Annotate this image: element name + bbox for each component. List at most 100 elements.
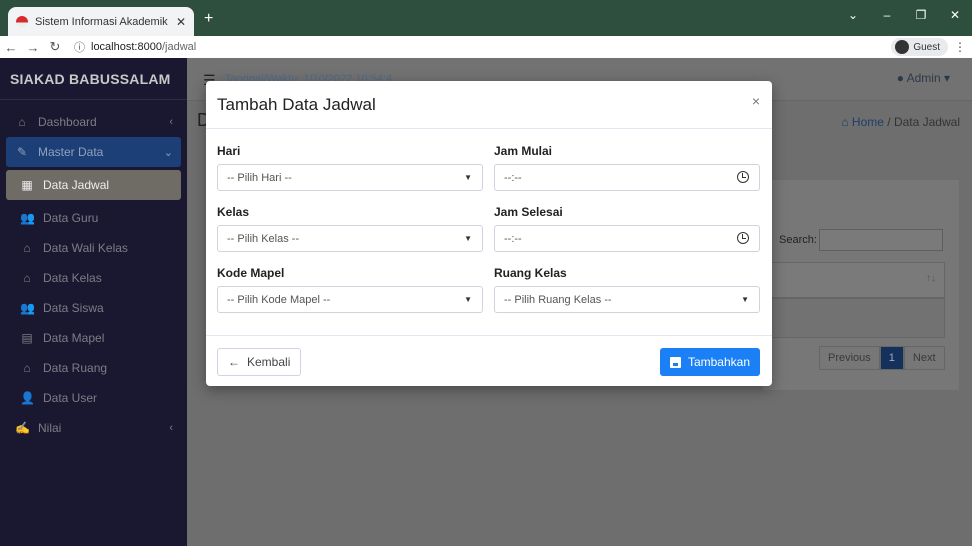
ruang-kelas-label: Ruang Kelas: [494, 266, 567, 280]
favicon-icon: [16, 15, 28, 28]
pagination-page[interactable]: 1: [879, 346, 904, 370]
breadcrumb-home-label: Home: [851, 115, 884, 129]
home-icon: ⌂: [23, 361, 31, 375]
jam-mulai-input[interactable]: --:--: [494, 164, 760, 191]
sidebar-item-label: Master Data: [38, 145, 104, 159]
search-label: Search:: [779, 234, 817, 246]
sidebar-item-data-jadwal[interactable]: ▦ Data Jadwal: [6, 170, 181, 200]
sidebar-item-label: Dashboard: [38, 115, 97, 129]
profile-label: Guest: [913, 41, 940, 53]
hari-select[interactable]: -- Pilih Hari -- ▼: [217, 164, 483, 191]
save-icon: [669, 356, 681, 368]
kelas-select-value: -- Pilih Kelas --: [227, 232, 300, 245]
tab-title: Sistem Informasi Akademik Pond: [35, 15, 169, 28]
breadcrumb: ⌂ Home / Data Jadwal: [841, 115, 960, 129]
arrow-left-icon: ←: [228, 355, 240, 369]
pagination-next[interactable]: Next: [903, 346, 945, 370]
tab-search-icon[interactable]: ⌄: [836, 0, 870, 30]
url-path: /jadwal: [161, 41, 197, 53]
close-icon[interactable]: ×: [752, 93, 760, 109]
sidebar-item-data-kelas[interactable]: ⌂ Data Kelas: [6, 263, 181, 293]
book-icon: ▤: [21, 331, 33, 345]
search-input[interactable]: [819, 229, 943, 251]
users-icon: 👥: [20, 301, 35, 315]
jam-selesai-value: --:--: [504, 232, 522, 245]
back-nav-icon[interactable]: ←: [0, 40, 22, 55]
user-plus-icon: 👤: [20, 391, 35, 405]
back-button[interactable]: ← Kembali: [217, 348, 302, 376]
submit-button[interactable]: Tambahkan: [659, 348, 760, 376]
sidebar-item-label: Data Jadwal: [43, 178, 110, 192]
sidebar-item-nilai[interactable]: ✍ Nilai ‹: [6, 413, 181, 443]
home-icon: ⌂: [18, 115, 26, 129]
chevron-down-icon: ⌄: [163, 146, 173, 159]
sidebar-item-label: Data Kelas: [43, 271, 102, 285]
close-tab-icon[interactable]: ✕: [176, 15, 186, 29]
reload-icon[interactable]: ↻: [44, 39, 66, 55]
home-icon: ⌂: [23, 241, 31, 255]
sidebar-item-label: Data Ruang: [43, 361, 108, 375]
sidebar-item-dashboard[interactable]: ⌂ Dashboard ‹: [6, 107, 181, 137]
sidebar-item-label: Data Siswa: [43, 301, 104, 315]
close-window-button[interactable]: ✕: [938, 0, 972, 30]
modal-header: Tambah Data Jadwal: [206, 81, 772, 129]
table-header: ↑↓: [763, 262, 945, 298]
caret-down-icon: ▼: [464, 173, 472, 182]
home-icon: ⌂: [23, 271, 31, 285]
caret-down-icon: ▼: [464, 295, 472, 304]
profile-icon: [895, 40, 910, 54]
restore-button[interactable]: ❐: [904, 0, 938, 30]
modal-title: Tambah Data Jadwal: [217, 94, 376, 114]
jam-selesai-input[interactable]: --:--: [494, 225, 760, 252]
clock-icon[interactable]: [737, 232, 749, 244]
new-tab-button[interactable]: +: [204, 10, 213, 28]
table-row: [763, 298, 945, 338]
site-info-icon[interactable]: ⓘ: [74, 39, 85, 55]
sort-icon[interactable]: ↑↓: [926, 273, 936, 284]
sidebar-item-data-siswa[interactable]: 👥 Data Siswa: [6, 293, 181, 323]
sidebar-item-label: Data Guru: [43, 211, 99, 225]
admin-menu[interactable]: ● Admin ▾: [897, 71, 950, 85]
address-bar: ← → ↻ ⓘ localhost:8000/jadwal Guest ⋮: [0, 36, 972, 58]
ruang-kelas-select[interactable]: -- Pilih Ruang Kelas -- ▼: [494, 286, 760, 313]
kode-mapel-label: Kode Mapel: [217, 266, 285, 280]
kode-mapel-select-value: -- Pilih Kode Mapel --: [227, 293, 331, 306]
caret-down-icon: ▼: [741, 295, 749, 304]
minimize-button[interactable]: –: [870, 0, 904, 30]
clock-icon[interactable]: [737, 171, 749, 183]
sidebar-item-master-data[interactable]: ✎ Master Data ⌄: [6, 137, 181, 167]
admin-label: Admin: [906, 71, 941, 85]
sidebar-item-data-user[interactable]: 👤 Data User: [6, 383, 181, 413]
calendar-icon: ▦: [21, 178, 33, 192]
sidebar-item-label: Nilai: [38, 421, 62, 435]
breadcrumb-current: Data Jadwal: [893, 115, 960, 129]
profile-button[interactable]: Guest: [891, 38, 948, 56]
sidebar-item-data-wali-kelas[interactable]: ⌂ Data Wali Kelas: [6, 233, 181, 263]
sidebar-item-label: Data Mapel: [43, 331, 105, 345]
sidebar-item-label: Data Wali Kelas: [43, 241, 128, 255]
forward-nav-icon[interactable]: →: [22, 40, 44, 55]
url-host: localhost:8000: [91, 41, 162, 53]
browser-menu-icon[interactable]: ⋮: [954, 40, 966, 54]
sidebar-item-data-guru[interactable]: 👥 Data Guru: [6, 203, 181, 233]
users-icon: 👥: [20, 211, 35, 225]
hari-select-value: -- Pilih Hari --: [227, 171, 292, 184]
kode-mapel-select[interactable]: -- Pilih Kode Mapel -- ▼: [217, 286, 483, 313]
jam-mulai-value: --:--: [504, 171, 522, 184]
caret-down-icon: ▼: [464, 234, 472, 243]
sidebar-item-label: Data User: [43, 391, 98, 405]
brand-title[interactable]: SIAKAD BABUSSALAM: [0, 58, 187, 100]
signature-icon: ✍: [15, 421, 30, 435]
pagination: Previous 1 Next: [819, 346, 945, 370]
browser-tab[interactable]: Sistem Informasi Akademik Pond ✕: [8, 7, 194, 36]
sidebar-item-data-mapel[interactable]: ▤ Data Mapel: [6, 323, 181, 353]
kelas-select[interactable]: -- Pilih Kelas -- ▼: [217, 225, 483, 252]
hari-label: Hari: [217, 144, 241, 158]
jam-mulai-label: Jam Mulai: [494, 144, 553, 158]
url-field[interactable]: ⓘ localhost:8000/jadwal: [74, 39, 196, 55]
sidebar-item-data-ruang[interactable]: ⌂ Data Ruang: [6, 353, 181, 383]
modal-footer: ← Kembali Tambahkan: [206, 335, 772, 386]
pagination-previous[interactable]: Previous: [819, 346, 880, 370]
chevron-left-icon: ‹: [169, 116, 173, 128]
breadcrumb-home[interactable]: ⌂ Home: [841, 115, 884, 129]
